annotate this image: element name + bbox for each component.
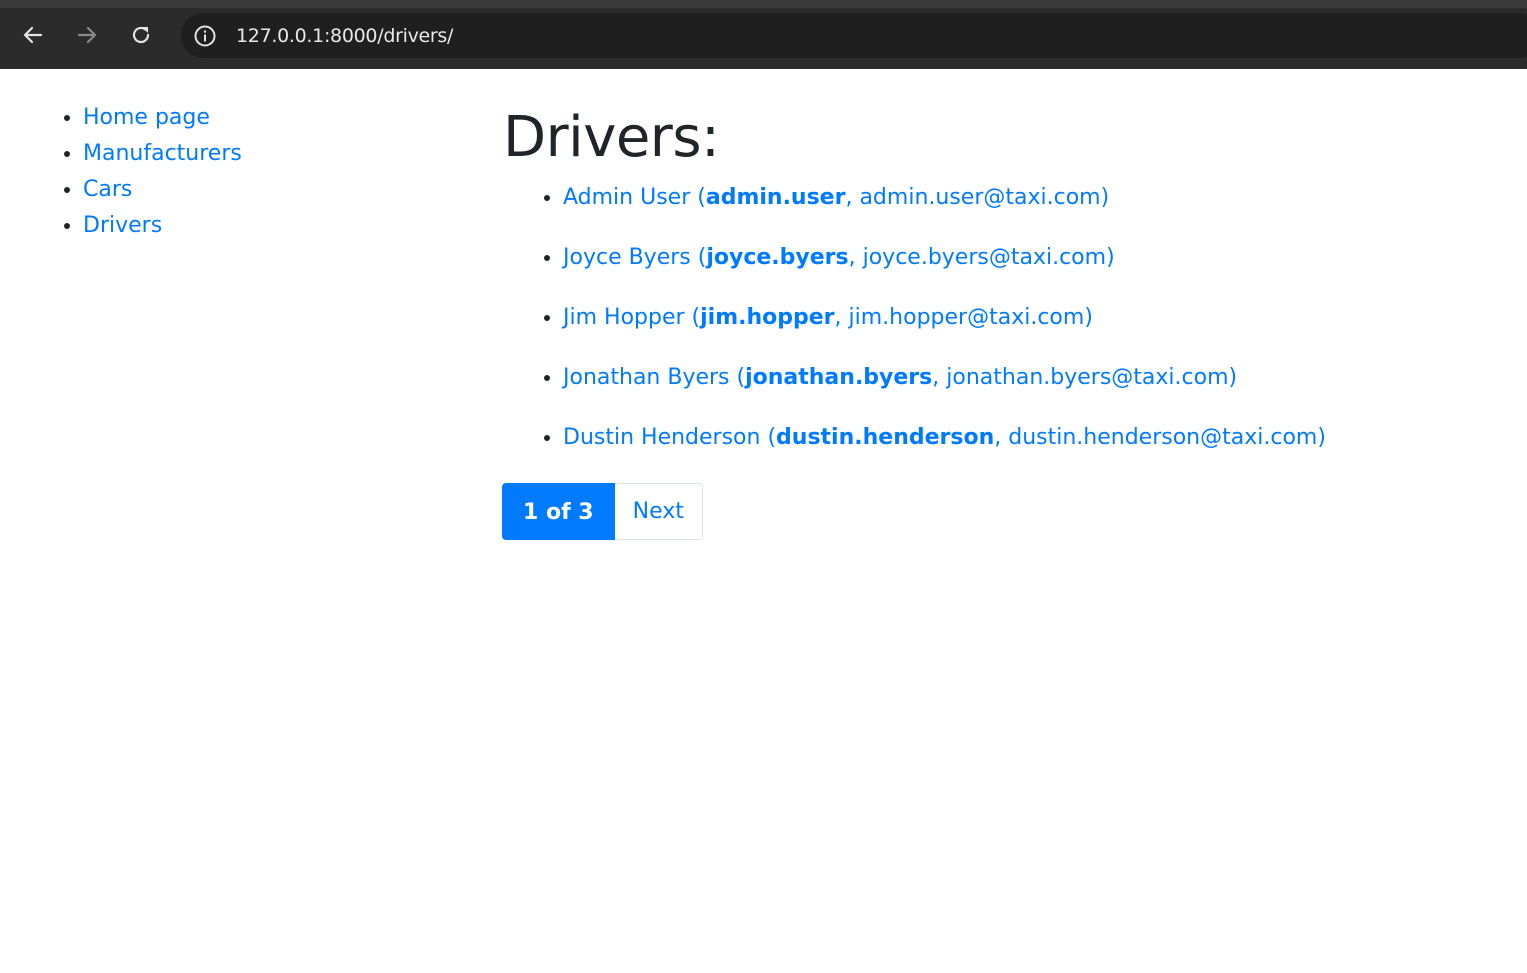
next-page-button[interactable]: Next [614,483,703,540]
url-host: 127.0.0.1:8000 [236,25,378,47]
driver-username: jim.hopper [700,305,835,330]
sidebar-item-home: Home page [83,100,436,136]
driver-name: Dustin Henderson [563,425,761,450]
driver-link[interactable]: Dustin Henderson (dustin.henderson, dust… [563,425,1326,450]
sidebar-item-drivers: Drivers [83,208,436,244]
sidebar: Home page Manufacturers Cars Drivers [36,100,436,244]
url-path: /drivers/ [377,25,454,47]
arrow-right-icon [77,26,97,44]
driver-username: dustin.henderson [776,425,995,450]
list-item: Jonathan Byers (jonathan.byers, jonathan… [563,348,1503,408]
driver-username: admin.user [705,185,846,210]
list-item: Jim Hopper (jim.hopper, jim.hopper@taxi.… [563,288,1503,348]
page-title: Drivers: [503,105,720,170]
driver-email: joyce.byers@taxi.com [862,245,1107,270]
driver-username: joyce.byers [706,245,849,270]
driver-name: Jonathan Byers [563,365,730,390]
info-icon[interactable] [193,24,217,52]
driver-username: jonathan.byers [745,365,933,390]
list-item: Admin User (admin.user, admin.user@taxi.… [563,168,1503,228]
driver-link[interactable]: Jim Hopper (jim.hopper, jim.hopper@taxi.… [563,305,1093,330]
driver-name: Admin User [563,185,691,210]
main-content: Drivers: Admin User (admin.user, admin.u… [503,102,1503,468]
driver-link[interactable]: Joyce Byers (joyce.byers, joyce.byers@ta… [563,245,1115,270]
cars-link[interactable]: Cars [83,177,132,202]
url-text: 127.0.0.1:8000/drivers/ [236,25,453,47]
home-page-link[interactable]: Home page [83,105,210,130]
manufacturers-link[interactable]: Manufacturers [83,141,242,166]
driver-email: admin.user@taxi.com [859,185,1101,210]
driver-name: Jim Hopper [563,305,685,330]
reload-button[interactable] [123,17,159,53]
driver-email: jonathan.byers@taxi.com [946,365,1229,390]
arrow-left-icon [23,26,43,44]
driver-email: dustin.henderson@taxi.com [1008,425,1318,450]
address-bar[interactable]: 127.0.0.1:8000/drivers/ [181,13,1527,58]
back-button[interactable] [15,17,51,53]
driver-link[interactable]: Admin User (admin.user, admin.user@taxi.… [563,185,1109,210]
list-item: Joyce Byers (joyce.byers, joyce.byers@ta… [563,228,1503,288]
driver-list: Admin User (admin.user, admin.user@taxi.… [503,168,1503,468]
pagination: 1 of 3 Next [502,483,703,540]
driver-email: jim.hopper@taxi.com [848,305,1085,330]
reload-icon [132,26,150,44]
sidebar-nav-list: Home page Manufacturers Cars Drivers [36,100,436,244]
sidebar-item-manufacturers: Manufacturers [83,136,436,172]
driver-link[interactable]: Jonathan Byers (jonathan.byers, jonathan… [563,365,1237,390]
forward-button[interactable] [69,17,105,53]
driver-name: Joyce Byers [563,245,691,270]
current-page-indicator: 1 of 3 [502,483,615,540]
sidebar-item-cars: Cars [83,172,436,208]
list-item: Dustin Henderson (dustin.henderson, dust… [563,408,1503,468]
drivers-link[interactable]: Drivers [83,213,162,238]
browser-toolbar: 127.0.0.1:8000/drivers/ [0,0,1527,69]
